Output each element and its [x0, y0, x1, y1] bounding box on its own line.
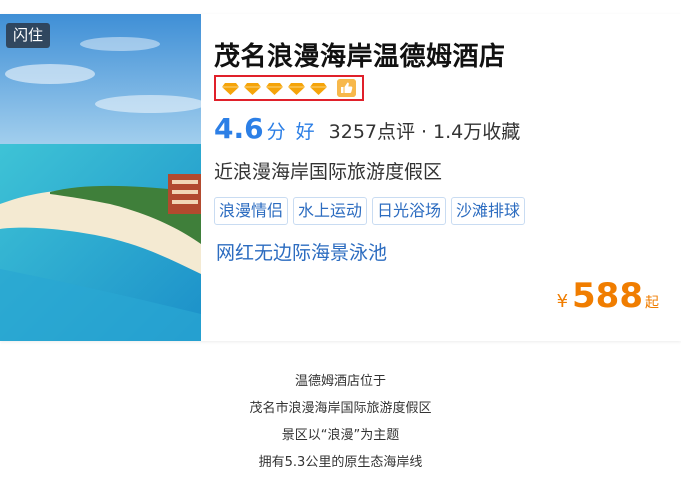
price-currency: ¥ [556, 291, 569, 312]
diamond-icon [266, 83, 283, 95]
feature-tags: 浪漫情侣 水上运动 日光浴场 沙滩排球 [214, 197, 530, 225]
diamond-icon [310, 83, 327, 95]
separator-dot: · [421, 121, 428, 143]
price-suffix: 起 [645, 295, 659, 311]
hotel-info: 茂名浪漫海岸温德姆酒店 4.6 分好 3257点评 · 1.4万收藏 近浪漫海岸国际旅游… [214, 14, 681, 341]
flash-stay-badge: 闪住 [6, 23, 50, 48]
diamond-rating [214, 75, 364, 101]
price-amount: 588 [572, 276, 643, 316]
feature-tag: 浪漫情侣 [214, 197, 289, 225]
score-description: 好 [295, 121, 315, 143]
article-line: 温德姆酒店位于 [294, 374, 386, 389]
thumbs-up-icon [337, 79, 356, 97]
hotel-card[interactable]: 闪住 茂名浪漫海岸温德姆酒店 4.6 分好 3257点评 · 1.4万收藏 近浪漫海岸国… [0, 14, 681, 341]
article-line: 景区以“浪漫”为主题 [281, 428, 400, 443]
beach-image [0, 14, 201, 341]
diamond-icon [222, 83, 239, 95]
price[interactable]: ¥588 起 [557, 276, 659, 316]
hotel-name[interactable]: 茂名浪漫海岸温德姆酒店 [214, 36, 506, 73]
diamond-icon [288, 83, 305, 95]
rating-row[interactable]: 4.6 分好 3257点评 · 1.4万收藏 [214, 112, 520, 146]
hotel-photo[interactable]: 闪住 [0, 14, 201, 341]
review-count[interactable]: 3257点评 [329, 121, 415, 143]
diamond-icon [244, 83, 261, 95]
score-unit: 分 [266, 121, 286, 143]
article-text: 温德姆酒店位于 茂名市浪漫海岸国际旅游度假区 景区以“浪漫”为主题 拥有5.3公… [0, 372, 681, 480]
hotel-location: 近浪漫海岸国际旅游度假区 [214, 161, 443, 183]
article-line: 拥有5.3公里的原生态海岸线 [258, 455, 423, 470]
favorites-count: 1.4万收藏 [433, 121, 521, 143]
hotel-highlight: 网红无边际海景泳池 [216, 242, 388, 264]
feature-tag: 水上运动 [293, 197, 368, 225]
review-score: 4.6 [214, 112, 264, 145]
feature-tag: 沙滩排球 [451, 197, 526, 225]
feature-tag: 日光浴场 [372, 197, 447, 225]
article-line: 茂名市浪漫海岸国际旅游度假区 [249, 401, 432, 416]
